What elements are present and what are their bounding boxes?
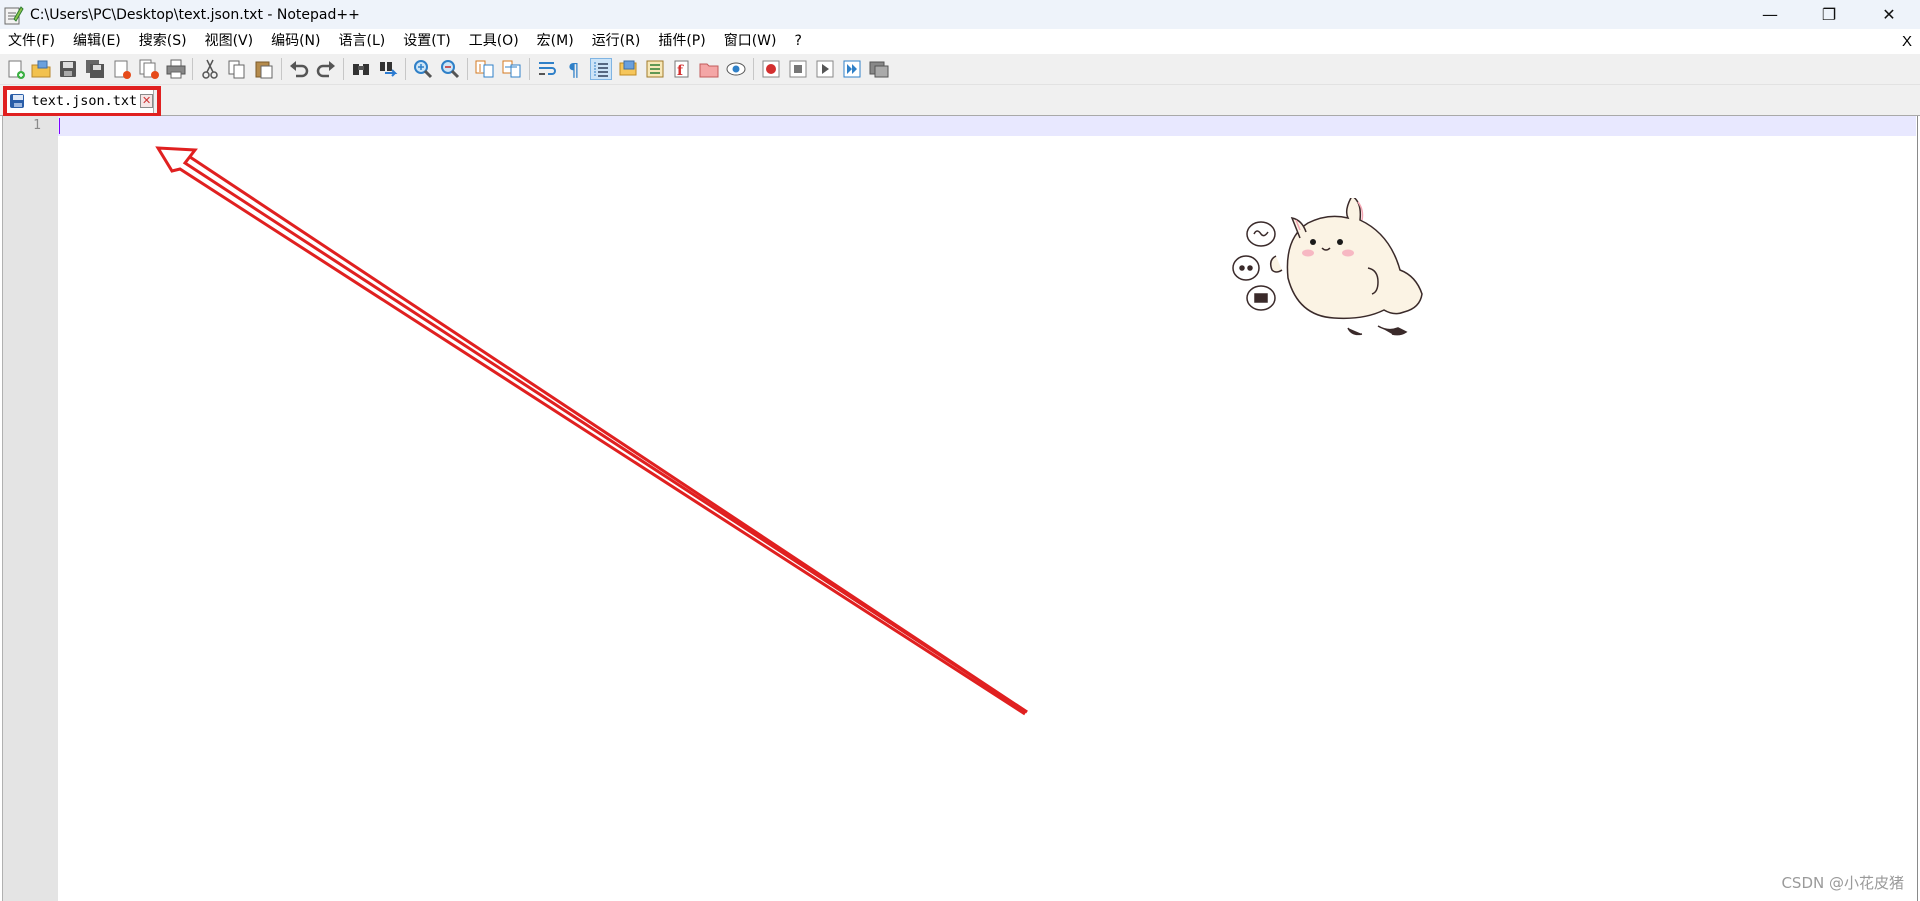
indent-guide-icon[interactable] [590, 58, 612, 80]
menu-view[interactable]: 视图(V) [196, 29, 263, 54]
menu-run[interactable]: 运行(R) [583, 29, 650, 54]
tab-close-icon[interactable]: ✕ [140, 94, 153, 108]
menu-settings[interactable]: 设置(T) [394, 29, 459, 54]
restore-icon: ❐ [1821, 5, 1837, 24]
tab-label: text.json.txt [31, 93, 138, 109]
close-icon: ✕ [1882, 5, 1896, 24]
menu-file[interactable]: 文件(F) [0, 29, 64, 54]
current-line-highlight [58, 116, 1916, 136]
sync-horizontal-icon[interactable] [501, 58, 523, 80]
close-document-button[interactable]: X [1902, 29, 1912, 54]
restore-button[interactable]: ❐ [1800, 0, 1858, 29]
function-list-icon[interactable] [644, 58, 666, 80]
document-map-icon[interactable] [617, 58, 639, 80]
find-icon[interactable] [350, 58, 372, 80]
menu-language[interactable]: 语言(L) [330, 29, 395, 54]
line-number-gutter: 1 [2, 116, 58, 901]
menu-tools[interactable]: 工具(O) [460, 29, 528, 54]
zoom-in-icon[interactable] [412, 58, 434, 80]
menu-macro[interactable]: 宏(M) [528, 29, 583, 54]
alpaca-sticker-image [1232, 198, 1423, 336]
close-window-button[interactable]: ✕ [1860, 0, 1918, 29]
copy-icon[interactable] [226, 58, 248, 80]
new-file-icon[interactable] [5, 58, 27, 80]
replace-icon[interactable] [377, 58, 399, 80]
toolbar-separator [281, 58, 282, 80]
toolbar-separator [529, 58, 530, 80]
title-bar: C:\Users\PC\Desktop\text.json.txt - Note… [0, 0, 1920, 29]
tab-text-json-txt[interactable]: text.json.txt ✕ [4, 86, 154, 115]
minimize-button[interactable]: — [1741, 0, 1799, 29]
toolbar-separator [753, 58, 754, 80]
text-caret [59, 118, 60, 134]
save-all-icon[interactable] [84, 58, 106, 80]
editor-edge [1917, 116, 1918, 901]
menu-edit[interactable]: 编辑(E) [64, 29, 130, 54]
zoom-out-icon[interactable] [439, 58, 461, 80]
close-all-icon[interactable] [138, 58, 160, 80]
toolbar-separator [343, 58, 344, 80]
folder-as-workspace-icon[interactable]: f [671, 58, 693, 80]
open-file-icon[interactable] [30, 58, 52, 80]
save-icon[interactable] [57, 58, 79, 80]
menu-search[interactable]: 搜索(S) [130, 29, 196, 54]
word-wrap-icon[interactable] [536, 58, 558, 80]
sync-vertical-icon[interactable] [474, 58, 496, 80]
line-number: 1 [33, 118, 41, 133]
saved-file-icon [10, 94, 25, 108]
svg-text:¶: ¶ [568, 60, 579, 80]
watermark: CSDN @小花皮猪 [1781, 874, 1904, 892]
menu-window[interactable]: 窗口(W) [715, 29, 786, 54]
undo-icon[interactable] [288, 58, 310, 80]
toolbar-separator [467, 58, 468, 80]
cut-icon[interactable] [199, 58, 221, 80]
window-title: C:\Users\PC\Desktop\text.json.txt - Note… [30, 6, 360, 23]
save-macro-icon[interactable] [868, 58, 890, 80]
menu-encoding[interactable]: 编码(N) [262, 29, 329, 54]
toolbar: ¶ f [0, 54, 1920, 85]
minimize-icon: — [1762, 5, 1778, 24]
toolbar-separator [192, 58, 193, 80]
menu-plugins[interactable]: 插件(P) [649, 29, 714, 54]
redo-icon[interactable] [315, 58, 337, 80]
stop-recording-icon[interactable] [787, 58, 809, 80]
close-file-icon[interactable] [111, 58, 133, 80]
menu-bar: 文件(F) 编辑(E) 搜索(S) 视图(V) 编码(N) 语言(L) 设置(T… [0, 29, 1920, 54]
notepad-plus-plus-icon [2, 4, 24, 26]
monitoring-icon[interactable] [725, 58, 747, 80]
run-macro-multiple-icon[interactable] [841, 58, 863, 80]
record-macro-icon[interactable] [760, 58, 782, 80]
print-icon[interactable] [165, 58, 187, 80]
toolbar-separator [405, 58, 406, 80]
editor-area[interactable]: 1 [0, 116, 1920, 901]
paste-icon[interactable] [253, 58, 275, 80]
tab-bar: text.json.txt ✕ [0, 85, 1920, 116]
show-all-chars-icon[interactable]: ¶ [563, 58, 585, 81]
folder-icon[interactable] [698, 58, 720, 80]
play-macro-icon[interactable] [814, 58, 836, 80]
svg-text:f: f [677, 63, 684, 79]
menu-help[interactable]: ? [786, 29, 811, 54]
